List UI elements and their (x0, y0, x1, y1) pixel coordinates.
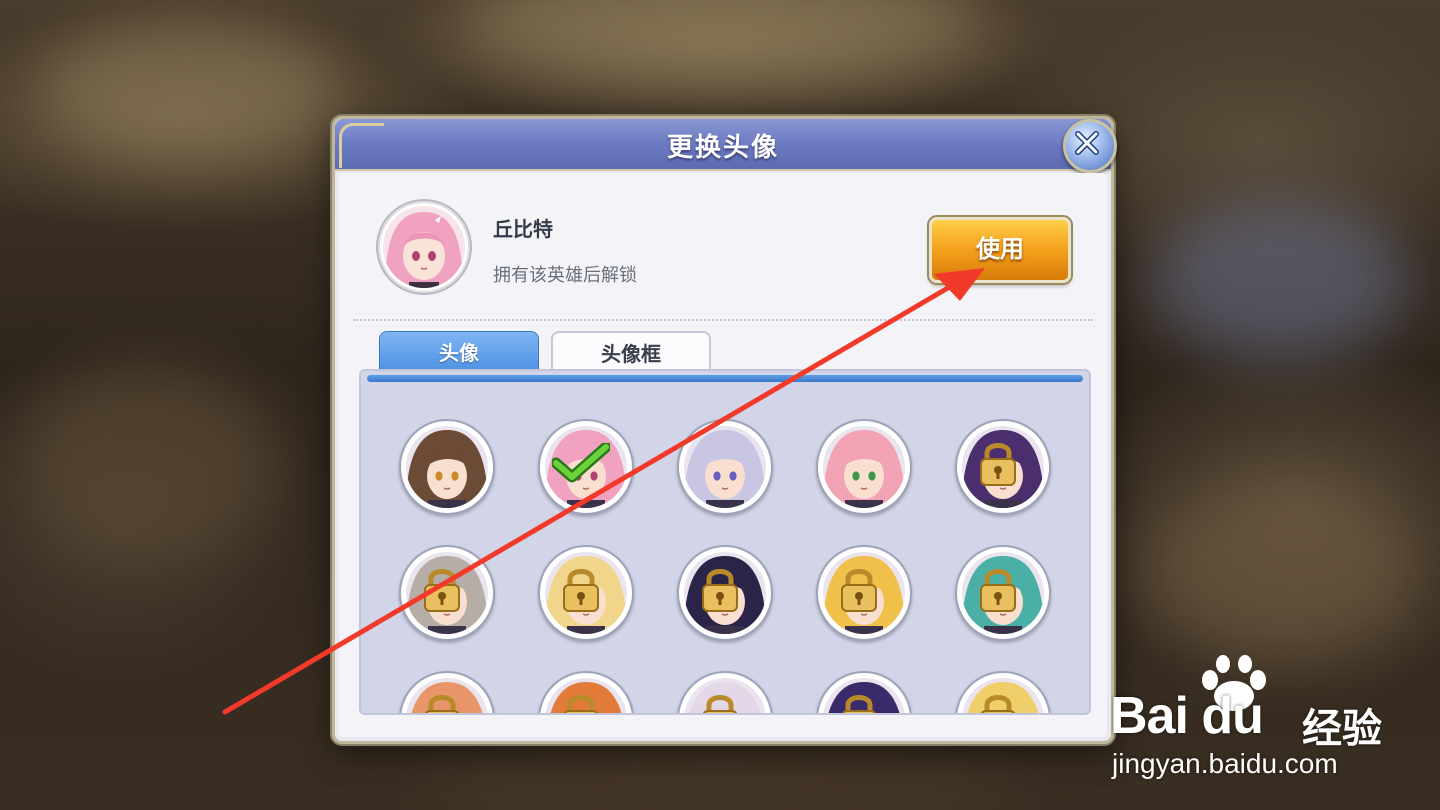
change-avatar-dialog: 更换头像 丘比特 拥有该英雄后解锁 使用 头像 头像框 (332, 116, 1117, 744)
avatar-silver-hair-captain[interactable] (677, 419, 773, 515)
lock-icon (560, 691, 602, 713)
avatar-white-hat-girl[interactable] (677, 671, 773, 713)
watermark-logo: Bai du (1110, 687, 1264, 745)
avatar-teal-hair-girl[interactable] (955, 545, 1051, 641)
avatar-golden-hair[interactable] (955, 671, 1051, 713)
lock-icon (699, 691, 741, 713)
hero-portrait-icon (383, 206, 465, 288)
lock-icon (977, 565, 1019, 613)
lock-icon (838, 565, 880, 613)
lock-icon (421, 691, 463, 713)
tab-underline (367, 375, 1083, 382)
avatar-purple-hat-girl[interactable] (816, 671, 912, 713)
lock-icon (699, 565, 741, 613)
use-button[interactable]: 使用 (929, 217, 1071, 283)
avatar-brown-hair-male[interactable] (399, 419, 495, 515)
dialog-title-bar: 更换头像 (335, 119, 1111, 171)
avatar-blonde-red-outfit[interactable] (816, 545, 912, 641)
avatar-dark-hair-witch[interactable] (677, 545, 773, 641)
lock-icon (421, 565, 463, 613)
avatar-orange-hair-b[interactable] (538, 671, 634, 713)
close-button[interactable] (1063, 119, 1117, 173)
lock-icon (977, 439, 1019, 487)
watermark-logo-cn: 经验 (1302, 706, 1382, 752)
hero-portrait-icon (823, 426, 905, 508)
baidu-jingyan-watermark: Bai du 经验 jingyan.baidu.com (1106, 652, 1426, 782)
avatar-orange-hair-a[interactable] (399, 671, 495, 713)
checkmark-icon (550, 441, 612, 487)
avatar-silver-long-hair[interactable] (399, 545, 495, 641)
lock-icon (977, 691, 1019, 713)
divider (353, 319, 1093, 321)
avatar-pink-hair-girl[interactable] (538, 419, 634, 515)
hero-portrait-icon (406, 426, 488, 508)
lock-icon (560, 565, 602, 613)
lock-icon (838, 691, 880, 713)
avatar-purple-hair-male[interactable] (955, 419, 1051, 515)
close-icon (1075, 131, 1099, 155)
selected-avatar-preview (376, 199, 472, 295)
dialog-content: 丘比特 拥有该英雄后解锁 使用 头像 头像框 (339, 173, 1107, 737)
unlock-hint: 拥有该英雄后解锁 (493, 265, 637, 286)
avatar-blonde-girl[interactable] (538, 545, 634, 641)
dialog-title: 更换头像 (666, 133, 779, 163)
hero-portrait-icon (684, 426, 766, 508)
avatar-pink-bun-girl[interactable] (816, 419, 912, 515)
hero-name: 丘比特 (493, 217, 553, 241)
avatar-grid (359, 369, 1091, 715)
watermark-url: jingyan.baidu.com (1112, 748, 1338, 779)
